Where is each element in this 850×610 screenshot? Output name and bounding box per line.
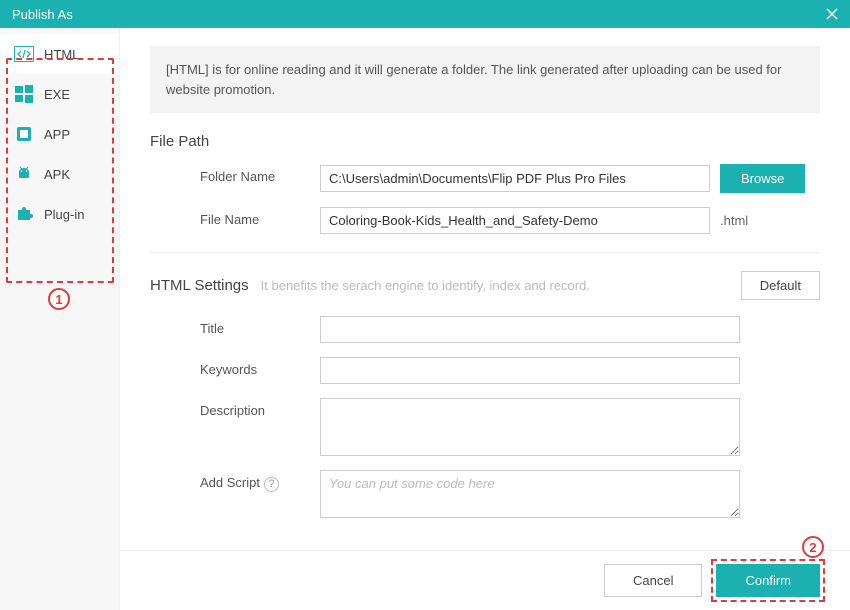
- sidebar-item-html[interactable]: HTML: [0, 34, 119, 74]
- windows-icon: [14, 84, 34, 104]
- settings-hint: It benefits the serach engine to identif…: [261, 278, 590, 293]
- sidebar-item-exe[interactable]: EXE: [0, 74, 119, 114]
- script-textarea[interactable]: [320, 470, 740, 518]
- sidebar-item-app[interactable]: APP: [0, 114, 119, 154]
- info-banner: [HTML] is for online reading and it will…: [150, 46, 820, 113]
- settings-heading: HTML Settings: [150, 277, 249, 294]
- help-icon[interactable]: ?: [264, 477, 279, 492]
- html-icon: [14, 44, 34, 64]
- browse-button[interactable]: Browse: [720, 164, 805, 193]
- cancel-button[interactable]: Cancel: [604, 564, 702, 597]
- annotation-marker-1: 1: [48, 288, 70, 310]
- folder-name-label: Folder Name: [150, 164, 320, 184]
- sidebar-item-label: HTML: [44, 47, 79, 62]
- default-button[interactable]: Default: [741, 271, 820, 300]
- main-panel: [HTML] is for online reading and it will…: [120, 28, 850, 610]
- confirm-button[interactable]: Confirm: [716, 564, 820, 597]
- annotation-marker-2: 2: [802, 536, 824, 558]
- filepath-heading: File Path: [150, 133, 820, 150]
- sidebar-item-apk[interactable]: APK: [0, 154, 119, 194]
- folder-name-input[interactable]: [320, 165, 710, 192]
- android-icon: [14, 164, 34, 184]
- sidebar-item-label: Plug-in: [44, 207, 84, 222]
- description-label: Description: [150, 398, 320, 418]
- divider: [150, 252, 820, 253]
- file-name-input[interactable]: [320, 207, 710, 234]
- keywords-label: Keywords: [150, 357, 320, 377]
- puzzle-icon: [14, 204, 34, 224]
- titlebar: Publish As: [0, 0, 850, 28]
- close-button[interactable]: [822, 4, 842, 24]
- sidebar-item-label: EXE: [44, 87, 70, 102]
- keywords-input[interactable]: [320, 357, 740, 384]
- file-name-label: File Name: [150, 207, 320, 227]
- close-icon: [825, 7, 839, 21]
- title-label: Title: [150, 316, 320, 336]
- title-input[interactable]: [320, 316, 740, 343]
- description-textarea[interactable]: [320, 398, 740, 456]
- script-label: Add Script?: [150, 470, 320, 492]
- app-icon: [14, 124, 34, 144]
- sidebar-item-plugin[interactable]: Plug-in: [0, 194, 119, 234]
- window-title: Publish As: [12, 7, 73, 22]
- footer: Cancel Confirm 2: [120, 550, 850, 610]
- sidebar-item-label: APP: [44, 127, 70, 142]
- sidebar: HTML EXE APP APK: [0, 28, 120, 610]
- sidebar-item-label: APK: [44, 167, 70, 182]
- file-extension: .html: [720, 213, 748, 228]
